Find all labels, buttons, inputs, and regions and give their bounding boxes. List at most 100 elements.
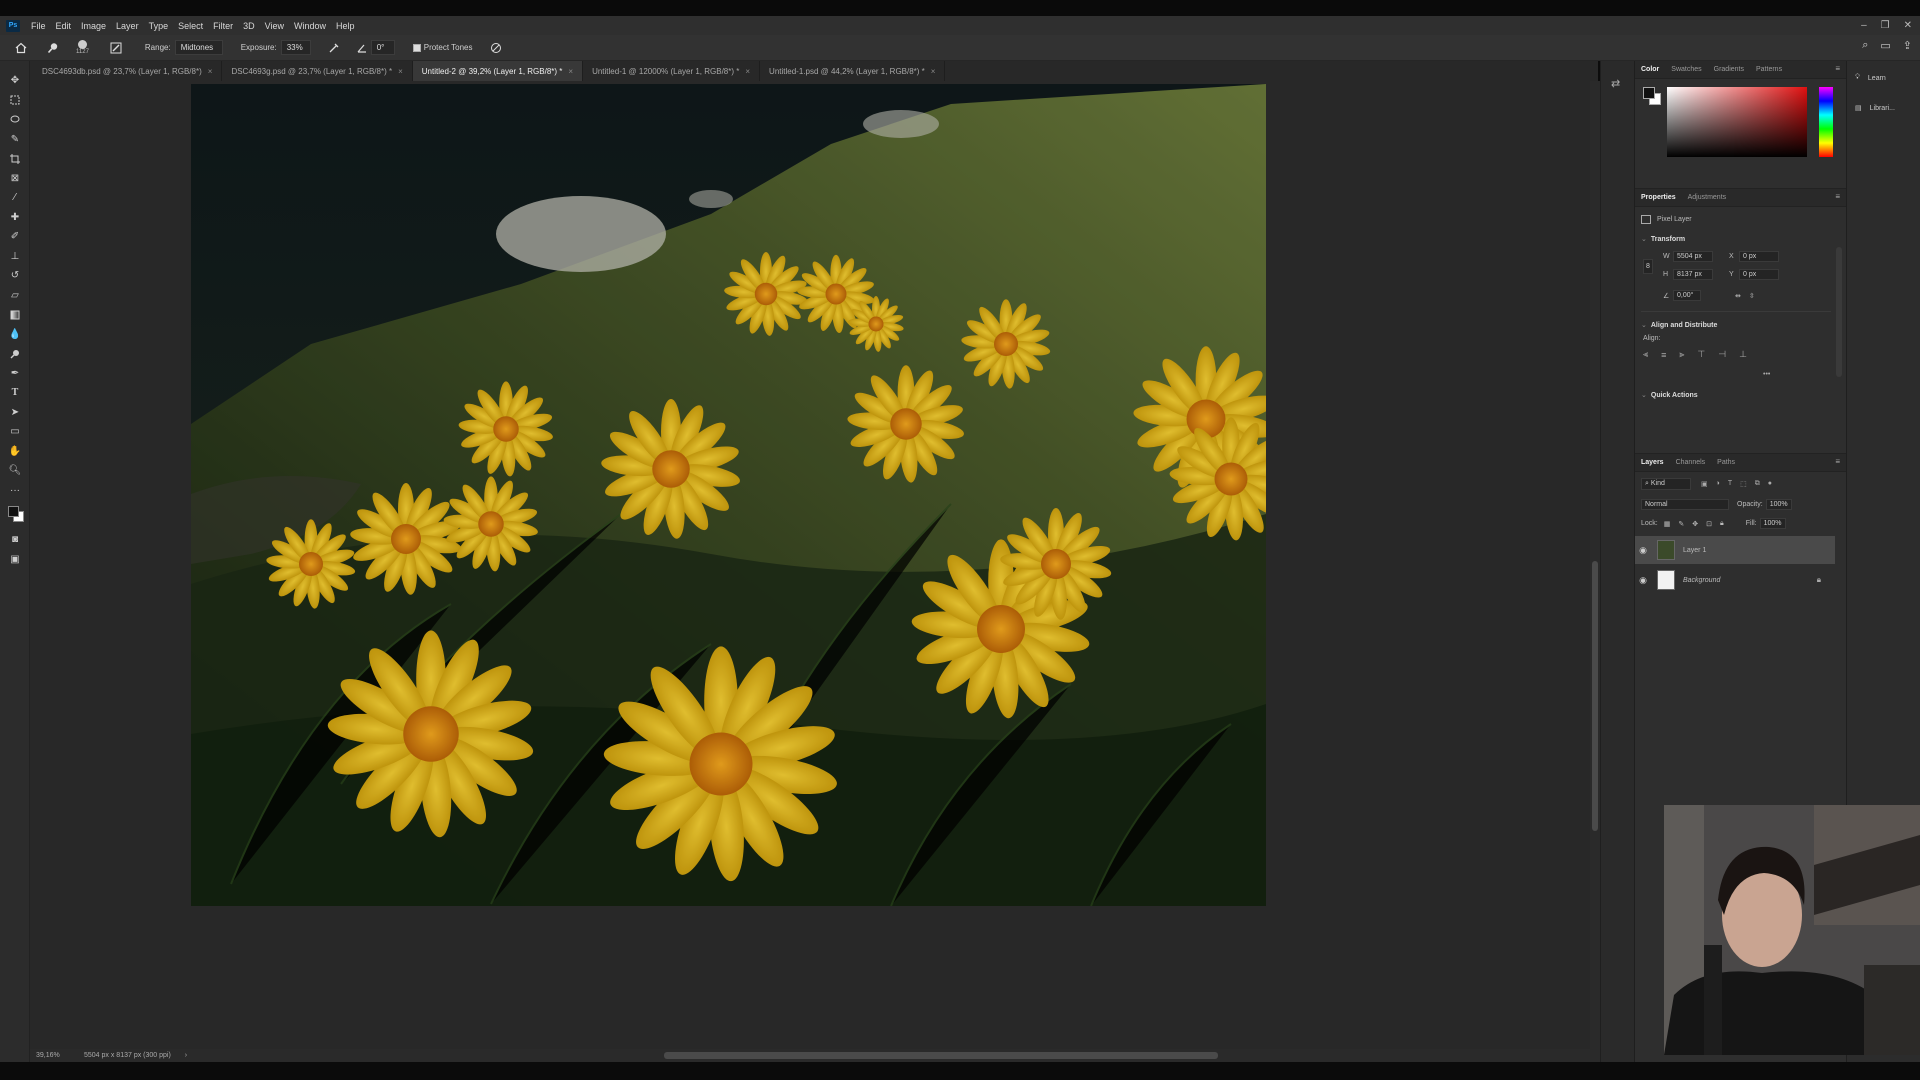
libraries-button[interactable]: ▤ Librari... [1847, 93, 1920, 123]
visibility-eye-icon[interactable]: ◉ [1635, 575, 1651, 586]
quick-mask-icon[interactable]: ◙ [0, 530, 30, 550]
align-right-icon[interactable]: ⫸ [1679, 349, 1684, 360]
filter-toggle-icon[interactable]: ● [1768, 480, 1772, 488]
status-arrow-icon[interactable]: › [185, 1052, 187, 1059]
tab-layers[interactable]: Layers [1635, 459, 1670, 466]
menu-select[interactable]: Select [173, 21, 208, 31]
zoom-tool-icon[interactable]: 🔍︎ [0, 461, 30, 481]
gradient-tool-icon[interactable] [0, 305, 30, 325]
panel-menu-icon[interactable]: ≡ [1835, 457, 1840, 466]
more-options-button[interactable]: ••• [1763, 371, 1770, 378]
restore-button[interactable]: ❐ [1881, 20, 1890, 31]
dodge-tool-preset-icon[interactable] [44, 39, 62, 57]
pixel-filter-icon[interactable]: ▣ [1701, 480, 1708, 488]
horizontal-scroll-thumb[interactable] [664, 1052, 1218, 1059]
document-image[interactable] [191, 84, 1266, 906]
brush-size-picker[interactable]: 1127 [76, 40, 89, 55]
pen-tool-icon[interactable]: ✒ [0, 364, 30, 384]
pressure-size-icon[interactable] [487, 39, 505, 57]
height-input[interactable]: 8137 px [1673, 269, 1713, 280]
y-input[interactable]: 0 px [1739, 269, 1779, 280]
tab-adjustments[interactable]: Adjustments [1682, 194, 1733, 201]
move-tool-icon[interactable]: ✥ [0, 71, 30, 91]
panel-menu-icon[interactable]: ≡ [1835, 192, 1840, 201]
menu-image[interactable]: Image [76, 21, 111, 31]
quick-selection-tool-icon[interactable]: ✎ [0, 130, 30, 150]
history-brush-tool-icon[interactable]: ↺ [0, 266, 30, 286]
lock-icon[interactable]: 🔒︎ [1817, 575, 1821, 585]
transform-header[interactable]: ⌄ Transform [1641, 235, 1685, 244]
exposure-input[interactable]: 33% [280, 40, 311, 55]
eraser-tool-icon[interactable]: ▱ [0, 286, 30, 306]
marquee-tool-icon[interactable] [0, 91, 30, 111]
clone-stamp-tool-icon[interactable]: ⊥ [0, 247, 30, 267]
zoom-level[interactable]: 39,16% [36, 1052, 84, 1059]
panel-menu-icon[interactable]: ≡ [1835, 64, 1840, 73]
minimize-button[interactable]: – [1861, 20, 1867, 31]
angle-input[interactable]: 0° [370, 40, 395, 55]
more-tools-icon[interactable]: ··· [0, 481, 30, 501]
close-icon[interactable]: × [398, 67, 403, 76]
tab-channels[interactable]: Channels [1670, 459, 1712, 466]
hue-slider[interactable] [1819, 87, 1833, 157]
type-tool-icon[interactable]: T [0, 383, 30, 403]
lock-position-icon[interactable]: ✥ [1692, 520, 1698, 528]
frame-tool-icon[interactable]: ⊠ [0, 169, 30, 189]
brush-settings-icon[interactable] [107, 39, 125, 57]
menu-type[interactable]: Type [144, 21, 174, 31]
blend-mode-select[interactable]: Normal [1641, 499, 1729, 510]
align-top-icon[interactable]: ⊤ [1697, 349, 1705, 360]
quick-actions-header[interactable]: ⌄ Quick Actions [1641, 391, 1698, 400]
color-swatches[interactable] [0, 500, 30, 530]
align-header[interactable]: ⌄ Align and Distribute [1641, 321, 1717, 330]
menu-view[interactable]: View [260, 21, 289, 31]
brush-tool-icon[interactable]: ✐ [0, 227, 30, 247]
tab-patterns[interactable]: Patterns [1750, 66, 1788, 73]
flip-vertical-icon[interactable]: ⇳ [1749, 292, 1755, 300]
flip-horizontal-icon[interactable]: ⇹ [1735, 292, 1741, 300]
layer-row-layer-1[interactable]: ◉ Layer 1 [1635, 536, 1835, 564]
layer-row-background[interactable]: ◉ Background 🔒︎ [1635, 566, 1835, 594]
filter-kind-select[interactable]: ⌕ Kind [1641, 478, 1691, 490]
align-center-icon[interactable]: ≡ [1661, 350, 1666, 360]
menu-filter[interactable]: Filter [208, 21, 238, 31]
menu-file[interactable]: File [26, 21, 51, 31]
align-left-icon[interactable]: ⫷ [1643, 349, 1648, 360]
eyedropper-tool-icon[interactable]: ⁄ [0, 188, 30, 208]
opacity-input[interactable]: 100% [1765, 499, 1792, 510]
lasso-tool-icon[interactable] [0, 110, 30, 130]
protect-tones-checkbox[interactable]: Protect Tones [412, 43, 473, 52]
healing-brush-tool-icon[interactable]: ✚ [0, 208, 30, 228]
airbrush-icon[interactable] [325, 39, 343, 57]
x-input[interactable]: 0 px [1739, 251, 1779, 262]
history-panel-icon[interactable]: ⇄ [1611, 77, 1634, 90]
close-icon[interactable]: × [568, 67, 573, 76]
tab-paths[interactable]: Paths [1711, 459, 1741, 466]
range-select[interactable]: Midtones [174, 40, 223, 55]
search-icon[interactable]: ⌕ [1862, 39, 1868, 52]
rectangle-tool-icon[interactable]: ▭ [0, 422, 30, 442]
tab-untitled-1-psd[interactable]: Untitled-1.psd @ 44,2% (Layer 1, RGB/8*)… [760, 61, 946, 81]
screen-mode-icon[interactable]: ▣ [0, 550, 30, 570]
canvas-area[interactable] [30, 81, 1590, 1049]
close-icon[interactable]: × [931, 67, 936, 76]
type-filter-icon[interactable]: T [1728, 480, 1732, 488]
path-selection-tool-icon[interactable]: ➤ [0, 403, 30, 423]
share-icon[interactable]: ⇪ [1903, 39, 1912, 52]
vertical-scrollbar[interactable] [1590, 81, 1600, 1049]
fill-input[interactable]: 100% [1759, 518, 1786, 529]
tab-swatches[interactable]: Swatches [1665, 66, 1707, 73]
angle-input[interactable]: 0,00° [1673, 290, 1701, 301]
close-icon[interactable]: × [745, 67, 750, 76]
lock-image-icon[interactable]: ✎ [1678, 520, 1684, 528]
adjustment-filter-icon[interactable]: ◑ [1716, 480, 1720, 488]
tab-dsc4693g[interactable]: DSC4693g.psd @ 23,7% (Layer 1, RGB/8*) *… [222, 61, 413, 81]
lock-artboard-icon[interactable]: ⊡ [1706, 520, 1712, 528]
close-button[interactable]: ✕ [1904, 20, 1912, 31]
properties-scrollbar[interactable] [1836, 247, 1842, 377]
lock-transparent-icon[interactable]: ▦ [1664, 520, 1671, 528]
tab-gradients[interactable]: Gradients [1708, 66, 1750, 73]
menu-layer[interactable]: Layer [111, 21, 144, 31]
visibility-eye-icon[interactable]: ◉ [1635, 545, 1651, 556]
color-field[interactable] [1667, 87, 1807, 157]
